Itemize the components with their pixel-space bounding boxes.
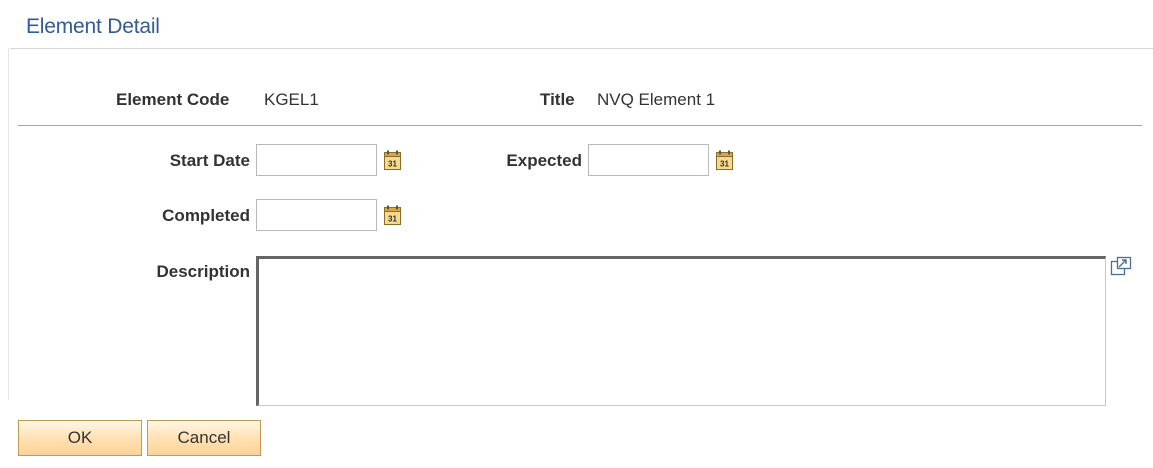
element-title-value: NVQ Element 1 bbox=[597, 90, 716, 109]
completed-label: Completed bbox=[162, 206, 250, 225]
start-date-calendar-icon[interactable]: 31 bbox=[384, 150, 401, 170]
expand-textarea-icon[interactable] bbox=[1110, 256, 1132, 276]
completed-calendar-icon[interactable]: 31 bbox=[384, 205, 401, 225]
expected-label: Expected bbox=[506, 151, 582, 170]
ok-button[interactable]: OK bbox=[18, 420, 142, 456]
panel-left-border bbox=[8, 48, 9, 400]
start-date-input[interactable] bbox=[256, 144, 377, 176]
element-code-label: Element Code bbox=[116, 90, 230, 109]
section-divider bbox=[18, 125, 1142, 126]
start-date-label: Start Date bbox=[169, 151, 250, 170]
expected-calendar-icon[interactable]: 31 bbox=[716, 150, 733, 170]
page-title: Element Detail bbox=[26, 15, 160, 38]
title-divider bbox=[10, 48, 1153, 49]
description-textarea[interactable] bbox=[256, 256, 1106, 406]
expected-input[interactable] bbox=[588, 144, 709, 176]
svg-text:31: 31 bbox=[720, 160, 729, 169]
element-code-value: KGEL1 bbox=[264, 90, 319, 109]
completed-input[interactable] bbox=[256, 199, 377, 231]
svg-text:31: 31 bbox=[388, 215, 397, 224]
description-label: Description bbox=[156, 262, 250, 281]
cancel-button[interactable]: Cancel bbox=[147, 420, 261, 456]
element-title-label: Title bbox=[540, 90, 575, 109]
svg-text:31: 31 bbox=[388, 160, 397, 169]
